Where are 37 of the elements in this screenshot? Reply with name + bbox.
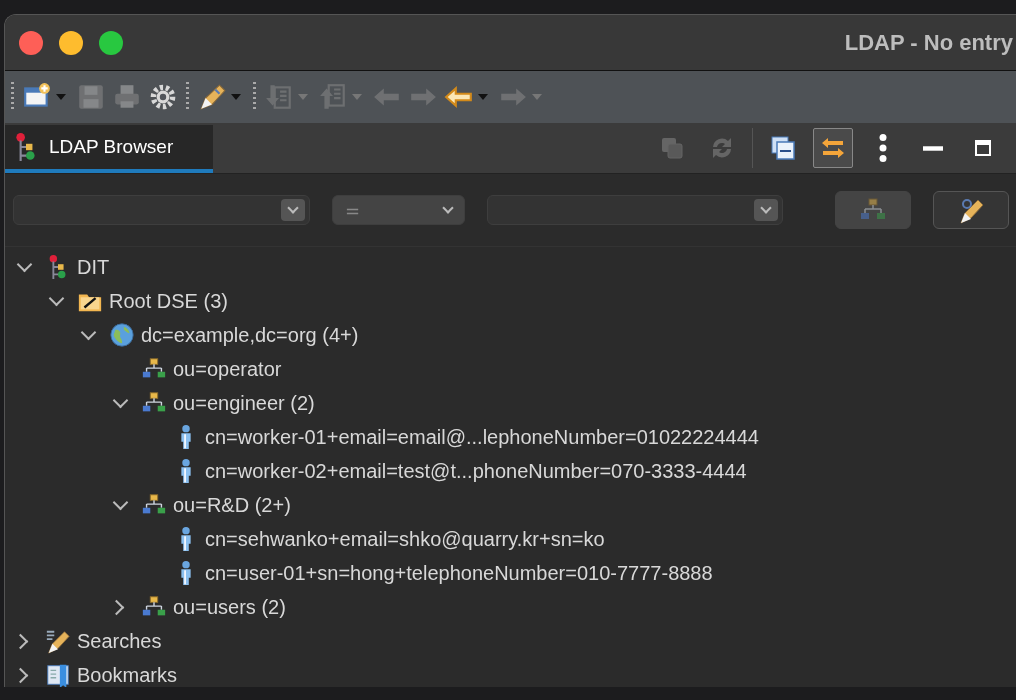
document-down-arrow-icon — [264, 82, 294, 112]
document-up-arrow-icon — [318, 82, 348, 112]
tree-item[interactable]: ou=operator — [173, 357, 282, 381]
tree-item[interactable]: ou=engineer (2) — [173, 391, 315, 415]
tree-item[interactable]: ou=users (2) — [173, 595, 286, 619]
book-icon — [45, 662, 71, 687]
tree-item[interactable]: Root DSE (3) — [109, 289, 228, 313]
filter-button[interactable] — [933, 191, 1009, 229]
toolbar-grip[interactable] — [186, 82, 189, 112]
view-tab[interactable]: LDAP Browser — [5, 125, 213, 173]
minimize-icon — [923, 145, 943, 151]
dropdown-caret-icon[interactable] — [56, 94, 66, 100]
collapse-all-icon — [769, 134, 797, 162]
dropdown-caret-icon[interactable] — [478, 94, 488, 100]
zoom-button[interactable] — [99, 30, 123, 55]
close-button[interactable] — [19, 30, 43, 55]
tree-item[interactable]: cn=worker-01+email=email@...lephoneNumber=01022224444 — [205, 425, 759, 449]
tree-item[interactable]: Bookmarks — [77, 663, 178, 687]
tree-item[interactable]: dc=example,dc=org (4+) — [141, 323, 359, 347]
toolbar-grip[interactable] — [253, 82, 256, 112]
pen-with-lines-icon — [45, 628, 71, 654]
tree-item[interactable]: cn=worker-02+email=test@t...phoneNumber=070-3333-4444 — [205, 459, 747, 483]
minimize-button[interactable] — [59, 30, 83, 55]
toolbar-grip[interactable] — [11, 82, 14, 112]
tree-item[interactable]: cn=sehwanko+email=shko@quarry.kr+sn=ko — [205, 527, 605, 551]
combo-value: = — [345, 199, 361, 221]
pen-icon — [197, 82, 227, 112]
dropdown-caret-icon[interactable] — [231, 94, 241, 100]
more-icon — [879, 134, 887, 162]
tree-item[interactable]: Searches — [77, 629, 162, 653]
globe-icon — [109, 322, 135, 348]
window-title: LDAP - No entry — [844, 29, 1013, 56]
tree-item[interactable]: ou=R&D (2+) — [173, 493, 291, 517]
pen-search-icon — [957, 196, 985, 224]
gear-icon — [148, 82, 178, 112]
tree-item[interactable]: cn=user-01+sn=hong+telephoneNumber=010-7777-8888 — [205, 561, 713, 585]
tree-item[interactable]: DIT — [77, 255, 110, 279]
